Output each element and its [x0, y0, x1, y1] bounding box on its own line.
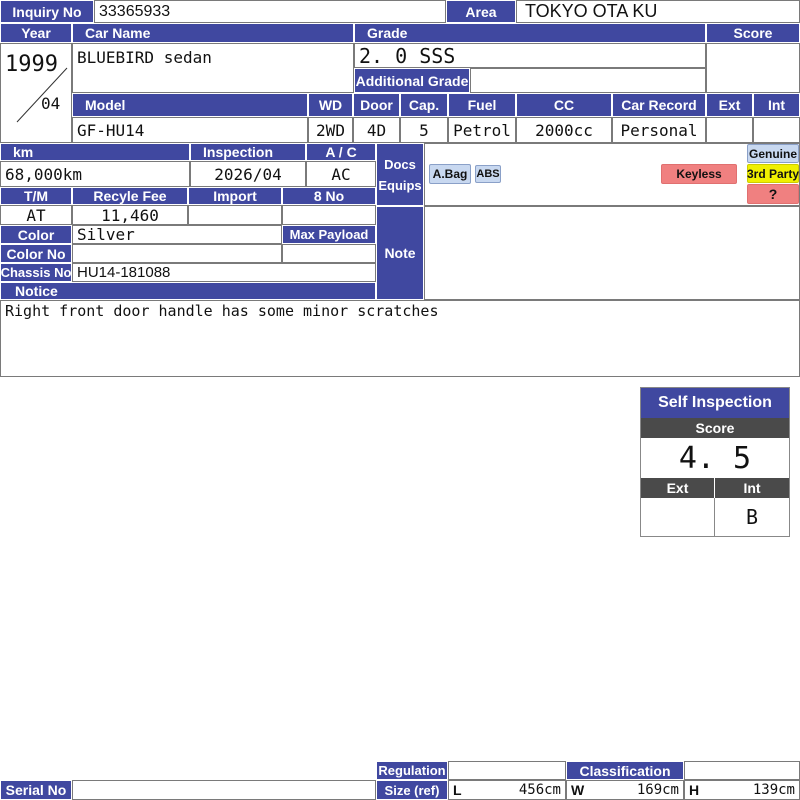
docs-label: Docs — [384, 156, 416, 172]
size-l-value: 456cm — [518, 782, 561, 798]
size-label: Size (ref) — [376, 780, 448, 800]
size-w-label: W — [571, 782, 585, 798]
notice-text: Right front door handle has some minor s… — [0, 300, 800, 377]
abs-tag: ABS — [475, 165, 501, 183]
score-value — [706, 43, 800, 93]
classification-value — [684, 761, 800, 780]
tm-value: AT — [0, 205, 72, 225]
km-label: km — [0, 143, 190, 161]
wd-label: WD — [308, 93, 353, 117]
self-inspection-title: Self Inspection — [641, 388, 789, 418]
self-inspection-score-label: Score — [641, 418, 789, 438]
area-value: TOKYO OTA KU — [516, 0, 800, 23]
size-width: W 169cm — [566, 780, 684, 800]
area-label: Area — [446, 0, 516, 23]
max-payload-value — [282, 244, 376, 263]
car-record-value: Personal — [612, 117, 706, 143]
cap-label: Cap. — [400, 93, 448, 117]
recycle-fee-value: 11,460 — [72, 205, 188, 225]
note-value — [424, 206, 800, 300]
size-w-value: 169cm — [636, 782, 679, 798]
cc-label: CC — [516, 93, 612, 117]
size-l-label: L — [453, 782, 462, 798]
equipment-area: A.Bag ABS Keyless Genuine 3rd Party ? — [424, 143, 800, 206]
cc-value: 2000cc — [516, 117, 612, 143]
model-label: Model — [72, 93, 308, 117]
size-length: L 456cm — [448, 780, 566, 800]
keyless-tag: Keyless — [661, 164, 737, 184]
max-payload-label: Max Payload — [282, 225, 376, 244]
unknown-tag: ? — [747, 184, 799, 204]
chassis-no-label: Chassis No — [0, 263, 72, 282]
car-name-value: BLUEBIRD sedan — [72, 43, 354, 93]
cap-value: 5 — [400, 117, 448, 143]
color-label: Color — [0, 225, 72, 244]
fuel-label: Fuel — [448, 93, 516, 117]
inquiry-no-label: Inquiry No — [0, 0, 94, 23]
self-inspection-int-value: B — [745, 505, 759, 529]
genuine-tag: Genuine — [747, 144, 799, 163]
ac-value: AC — [306, 161, 376, 187]
int-label: Int — [753, 93, 800, 117]
inspection-label: Inspection — [190, 143, 306, 161]
inquiry-no-value: 33365933 — [94, 0, 446, 23]
fuel-value: Petrol — [448, 117, 516, 143]
serial-no-value — [72, 780, 376, 800]
self-inspection-score-value: 4. 5 — [678, 440, 752, 476]
ac-label: A / C — [306, 143, 376, 161]
ext-label: Ext — [706, 93, 753, 117]
year-divider-line — [16, 67, 68, 123]
self-inspection-panel: Self Inspection Score 4. 5 Ext Int B — [640, 387, 790, 537]
color-value: Silver — [72, 225, 282, 244]
size-h-label: H — [689, 782, 700, 798]
regulation-value — [448, 761, 566, 780]
import-value — [188, 205, 282, 225]
year-month-value: 04 — [41, 94, 61, 113]
model-value: GF-HU14 — [72, 117, 308, 143]
self-inspection-ext-value — [641, 498, 715, 536]
eight-no-value — [282, 205, 376, 225]
additional-grade-value — [470, 68, 706, 93]
docs-equips-label: Docs Equips — [376, 143, 424, 206]
year-box: 1999 04 — [0, 43, 72, 143]
car-record-label: Car Record — [612, 93, 706, 117]
grade-value: 2. 0 SSS — [354, 43, 706, 68]
airbag-tag: A.Bag — [429, 164, 471, 184]
self-inspection-int-label: Int — [715, 478, 789, 498]
note-label: Note — [376, 206, 424, 300]
classification-label: Classification — [566, 761, 684, 780]
color-no-value — [72, 244, 282, 263]
ext-value — [706, 117, 753, 143]
color-no-label: Color No — [0, 244, 72, 263]
year-label: Year — [0, 23, 72, 43]
import-label: Import — [188, 187, 282, 205]
door-value: 4D — [353, 117, 400, 143]
size-height: H 139cm — [684, 780, 800, 800]
wd-value: 2WD — [308, 117, 353, 143]
regulation-label: Regulation — [376, 761, 448, 780]
tm-label: T/M — [0, 187, 72, 205]
score-label: Score — [706, 23, 800, 43]
size-h-value: 139cm — [752, 782, 795, 798]
equips-label: Equips — [378, 177, 422, 193]
notice-label: Notice — [0, 282, 376, 300]
inspection-value: 2026/04 — [190, 161, 306, 187]
car-name-label: Car Name — [72, 23, 354, 43]
serial-no-label: Serial No — [0, 780, 72, 800]
additional-grade-label: Additional Grade — [354, 68, 470, 93]
grade-label: Grade — [354, 23, 706, 43]
eight-no-label: 8 No — [282, 187, 376, 205]
km-value: 68,000km — [0, 161, 190, 187]
recycle-fee-label: Recyle Fee — [72, 187, 188, 205]
door-label: Door — [353, 93, 400, 117]
third-party-tag: 3rd Party — [747, 164, 799, 183]
chassis-no-value: HU14-181088 — [72, 263, 376, 282]
self-inspection-ext-label: Ext — [641, 478, 715, 498]
int-value — [753, 117, 800, 143]
